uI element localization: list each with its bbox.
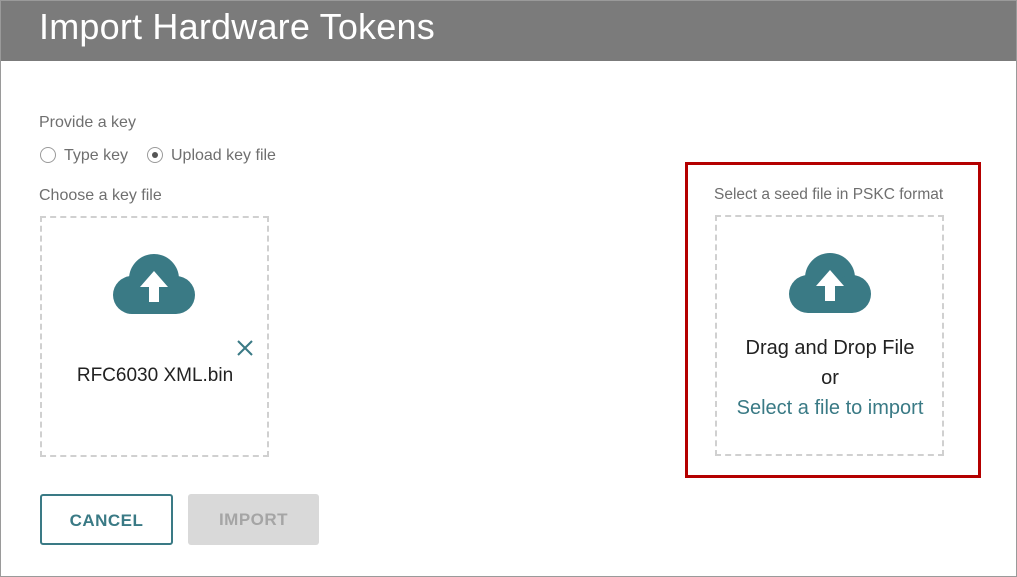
cloud-upload-icon [113,254,195,314]
dialog-title: Import Hardware Tokens [39,6,435,47]
upload-key-file-radio[interactable] [147,147,163,163]
seed-file-label: Select a seed file in PSKC format [714,186,944,203]
type-key-radio[interactable] [40,147,56,163]
select-file-link[interactable]: Select a file to import [717,397,943,420]
choose-key-file-label: Choose a key file [39,187,162,204]
or-text: or [821,367,839,389]
dialog-title-bar: Import Hardware Tokens [1,1,1016,61]
drag-and-drop-text: Drag and Drop File [745,337,915,359]
cancel-button[interactable]: CANCEL [40,494,173,545]
selected-key-filename: RFC6030 XML.bin [76,365,234,386]
upload-key-file-radio-label[interactable]: Upload key file [171,147,276,165]
key-file-dropzone[interactable]: RFC6030 XML.bin [40,216,269,457]
import-hardware-tokens-dialog: Import Hardware Tokens Provide a key Typ… [0,0,1017,577]
provide-key-label: Provide a key [39,114,136,131]
cloud-upload-icon [789,253,871,313]
close-icon[interactable] [236,339,254,357]
import-button[interactable]: IMPORT [188,494,319,545]
seed-file-dropzone[interactable]: Drag and Drop File or Select a file to i… [715,215,944,456]
type-key-radio-label[interactable]: Type key [64,147,128,165]
